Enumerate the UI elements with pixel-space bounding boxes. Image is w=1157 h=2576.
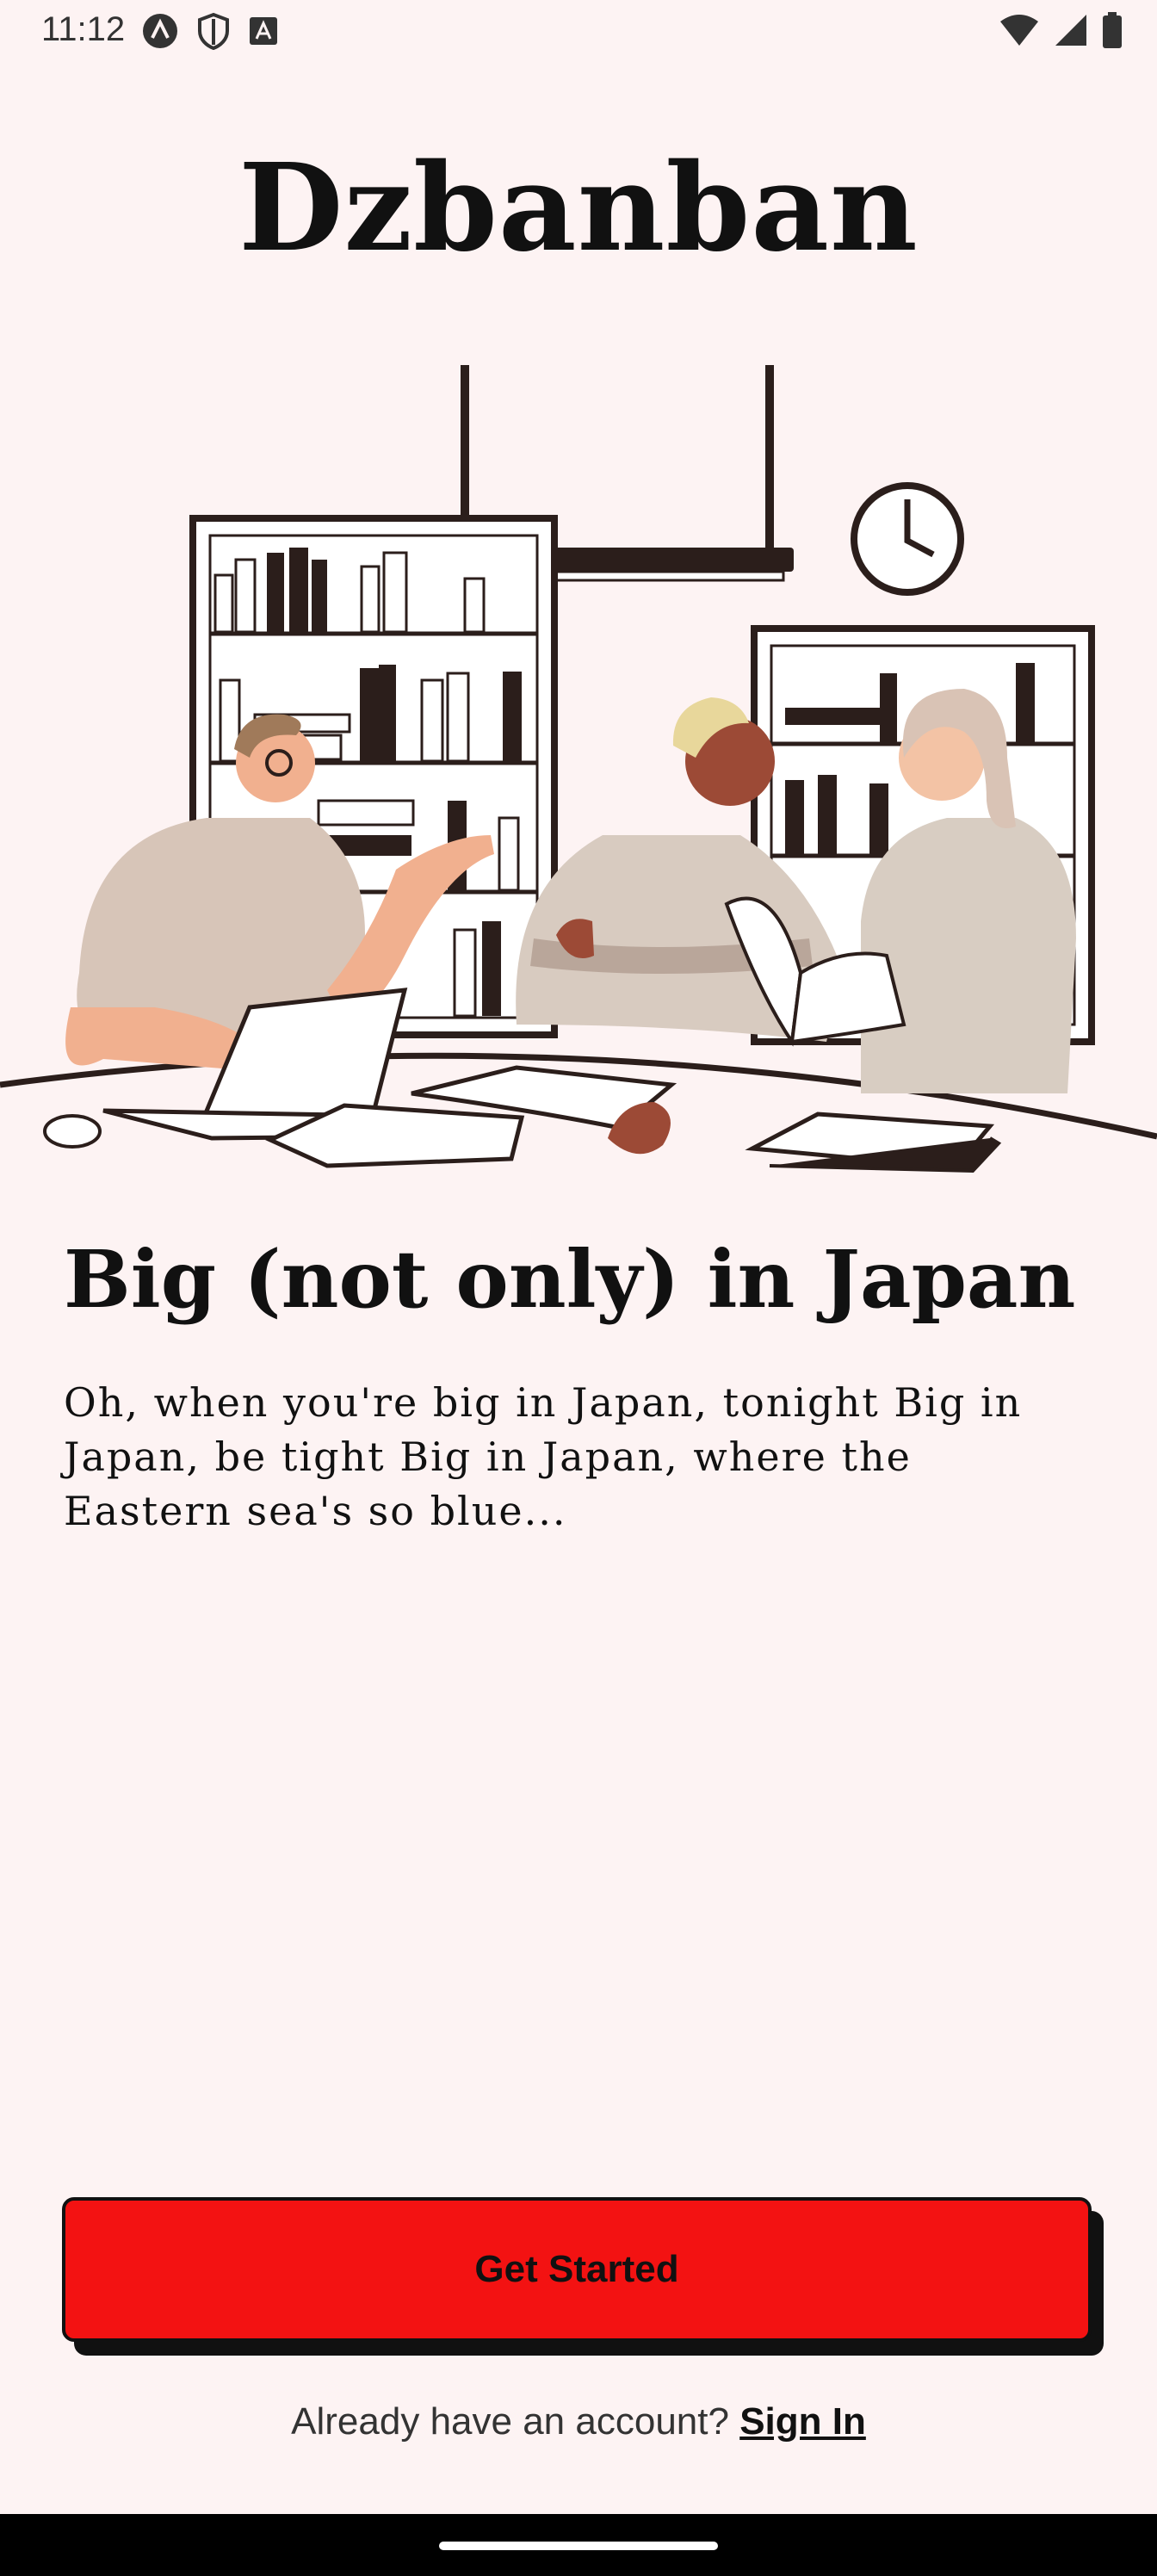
- status-icons-left: [141, 12, 279, 50]
- signal-icon: [1055, 15, 1086, 46]
- status-icons-right: [999, 12, 1123, 48]
- headline: Big (not only) in Japan: [64, 1233, 1076, 1326]
- get-started-button[interactable]: Get Started: [62, 2197, 1092, 2342]
- battery-icon: [1103, 12, 1122, 48]
- keyboard-a-icon: [250, 17, 277, 45]
- app-title: Dzbanban: [238, 138, 919, 279]
- wifi-icon: [1000, 15, 1038, 46]
- status-bar: 11:12: [0, 0, 1157, 62]
- app-badge-icon: [143, 14, 177, 48]
- description: Oh, when you're big in Japan, tonight Bi…: [64, 1379, 1023, 1534]
- home-gesture-handle[interactable]: [439, 2542, 718, 2550]
- signin-row: Already have an account? Sign In: [0, 2400, 1157, 2443]
- signin-prompt: Already have an account?: [291, 2400, 740, 2443]
- sign-in-link[interactable]: Sign In: [739, 2400, 866, 2443]
- status-time: 11:12: [41, 10, 126, 48]
- study-group-illustration: [0, 365, 1157, 1205]
- shield-icon: [198, 12, 229, 50]
- navigation-bar: [0, 2514, 1157, 2576]
